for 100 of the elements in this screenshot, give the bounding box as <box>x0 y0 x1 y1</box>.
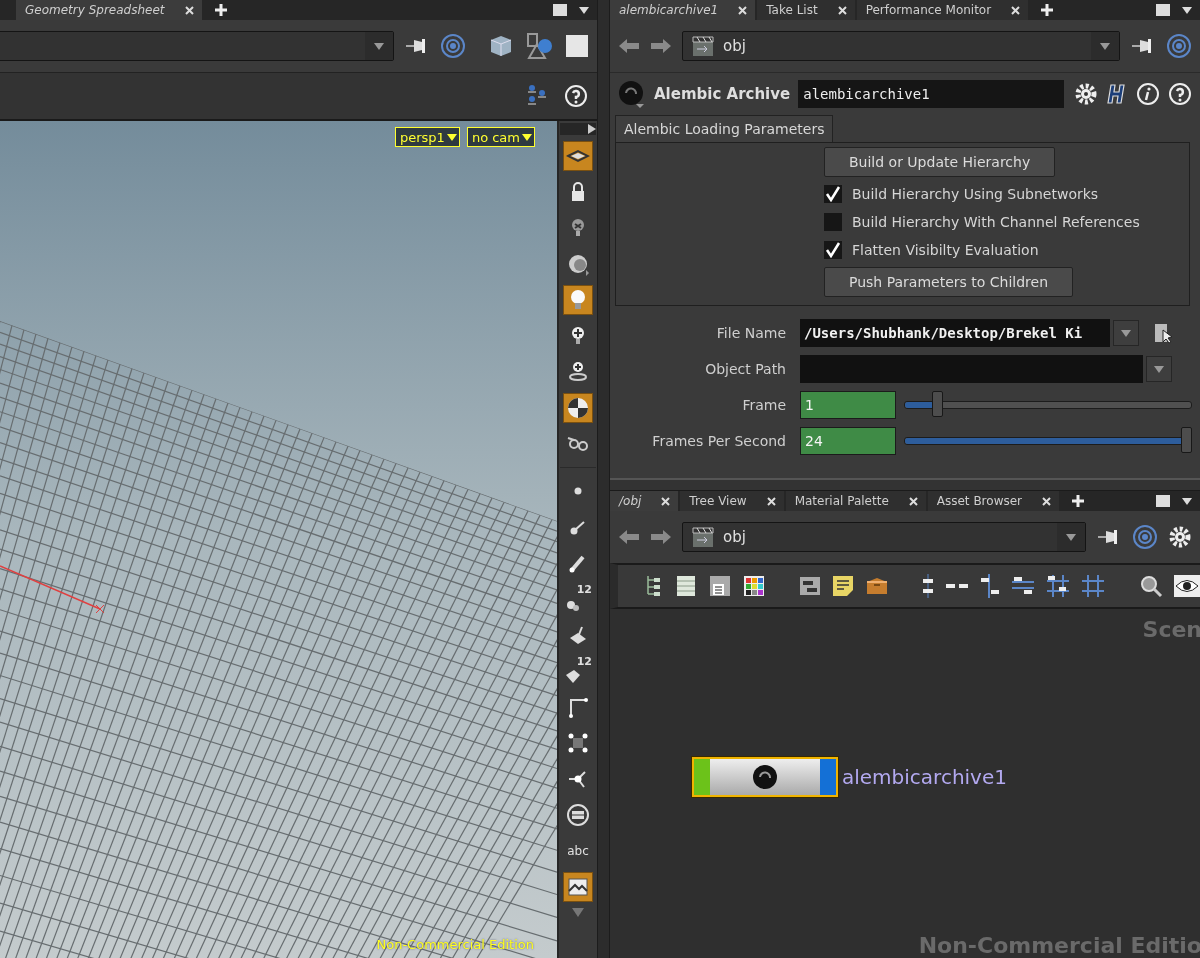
caret-icon <box>446 133 457 141</box>
tab[interactable]: Asset Browser <box>927 491 1059 511</box>
tab[interactable]: Geometry Spreadsheet <box>16 0 202 20</box>
number-field[interactable]: 24 <box>800 427 896 455</box>
caret-icon <box>522 133 532 141</box>
checkbox[interactable] <box>824 213 842 231</box>
camera-menu[interactable]: persp1 <box>395 127 460 147</box>
target-icon[interactable] <box>1132 524 1158 550</box>
snapshot-icon <box>566 875 590 899</box>
close-icon[interactable] <box>184 5 194 15</box>
file-browse-icon[interactable] <box>1153 322 1173 344</box>
eye-icon[interactable] <box>1174 575 1200 597</box>
object-path-field[interactable] <box>800 355 1143 383</box>
point-number-button[interactable]: 12 <box>563 584 593 614</box>
light-bulb-button[interactable] <box>563 285 593 315</box>
checkmark-icon <box>825 186 841 202</box>
plus-icon[interactable] <box>1040 3 1055 17</box>
path-field[interactable] <box>0 31 394 61</box>
action-button[interactable]: Build or Update Hierarchy <box>824 147 1056 177</box>
snapshot-button[interactable] <box>563 872 593 902</box>
gear-icon[interactable] <box>1168 525 1192 549</box>
target-icon[interactable] <box>440 33 466 59</box>
close-icon[interactable] <box>837 5 847 15</box>
network-box-icon[interactable] <box>798 575 821 597</box>
help-icon[interactable] <box>565 85 587 107</box>
gear-icon[interactable] <box>1074 82 1099 106</box>
align-vertical-icon[interactable] <box>922 574 935 598</box>
grid-icon[interactable] <box>1081 574 1106 598</box>
network-label: Scen <box>1142 617 1200 642</box>
edge-corner-icon <box>566 695 590 719</box>
slider-thumb[interactable] <box>1181 427 1192 453</box>
sticky-note-icon[interactable] <box>831 575 854 597</box>
close-icon[interactable] <box>766 496 776 506</box>
file-name-field[interactable]: /Users/Shubhank/Desktop/Brekel Ki <box>800 319 1110 347</box>
tab[interactable]: /obj <box>610 491 679 511</box>
primitive-number-button[interactable]: 12 <box>563 656 593 686</box>
back-arrow-icon[interactable] <box>618 37 640 55</box>
checkered-ball-button[interactable] <box>563 393 593 423</box>
node-name-field[interactable]: alembicarchive1 <box>798 80 1065 108</box>
checkmark-icon <box>825 242 841 258</box>
path-field[interactable]: obj <box>682 522 1086 552</box>
folder-tab[interactable]: Alembic Loading Parameters <box>615 115 834 142</box>
expand-arrow-icon[interactable] <box>588 124 596 134</box>
tab[interactable]: Performance Monitor <box>856 0 1029 20</box>
close-icon[interactable] <box>661 496 671 506</box>
bounding-box-icon <box>566 731 590 755</box>
align-left-icon[interactable] <box>980 574 1001 598</box>
forward-arrow-icon[interactable] <box>650 528 672 546</box>
checkbox[interactable] <box>824 185 842 203</box>
close-icon[interactable] <box>1011 5 1021 15</box>
slider[interactable] <box>904 427 1192 455</box>
dropdown-button[interactable] <box>1146 356 1172 382</box>
parameter-label: Frames Per Second <box>651 433 787 449</box>
square-icon[interactable] <box>565 34 589 58</box>
caret-icon <box>1066 533 1076 541</box>
plus-icon[interactable] <box>213 3 228 17</box>
action-button[interactable]: Push Parameters to Children <box>824 267 1074 297</box>
checkbox[interactable] <box>824 241 842 259</box>
help-icon[interactable] <box>1168 82 1193 106</box>
camera-menu[interactable]: no cam <box>466 127 535 147</box>
plus-icon[interactable] <box>1071 494 1085 508</box>
node-type-label: Alembic Archive <box>654 85 791 103</box>
caret-icon <box>1182 497 1192 505</box>
tab[interactable]: alembicarchive1 <box>610 0 756 20</box>
text-display-button[interactable]: abc <box>563 836 593 866</box>
distribute-icon[interactable] <box>1011 576 1036 596</box>
node-name[interactable]: alembicarchive1 <box>842 765 1007 789</box>
scroll-down-icon[interactable] <box>572 908 584 917</box>
checkbox-label: Flatten Visibilty Evaluation <box>852 242 1039 258</box>
network-node[interactable] <box>692 757 838 797</box>
node-type-icon[interactable] <box>618 80 646 108</box>
tab[interactable]: Tree View <box>680 491 784 511</box>
target-icon[interactable] <box>1166 33 1192 59</box>
snap-grid-icon[interactable] <box>1046 574 1071 598</box>
plane-button[interactable] <box>563 141 593 171</box>
box-icon[interactable] <box>864 575 889 597</box>
primitive-number-icon <box>566 669 580 683</box>
parameter-label: Object Path <box>704 361 787 377</box>
spreadsheet-icon[interactable] <box>708 574 732 598</box>
close-icon[interactable] <box>738 5 748 15</box>
forward-arrow-icon[interactable] <box>650 37 672 55</box>
color-palette-icon[interactable] <box>743 575 765 597</box>
checkbox-label: Build Hierarchy Using Subnetworks <box>852 186 1099 202</box>
slider[interactable] <box>904 391 1192 419</box>
back-arrow-icon[interactable] <box>618 528 640 546</box>
slider-thumb[interactable] <box>931 391 943 417</box>
number-field[interactable]: 1 <box>800 391 896 419</box>
search-icon[interactable] <box>1139 574 1163 598</box>
tab[interactable]: Material Palette <box>785 491 926 511</box>
tab[interactable]: Take List <box>757 0 855 20</box>
list-icon[interactable] <box>675 574 697 598</box>
viewport[interactable]: persp1 no cam Non-Commercial Edition <box>0 121 557 958</box>
path-field[interactable]: obj <box>682 31 1120 61</box>
dropdown-button[interactable] <box>1113 320 1139 346</box>
info-icon[interactable] <box>1136 82 1161 106</box>
close-icon[interactable] <box>1042 496 1051 506</box>
checkered-ball-icon <box>566 396 590 420</box>
clapperboard-icon <box>691 34 715 58</box>
shapes-icon[interactable] <box>525 32 555 60</box>
close-icon[interactable] <box>908 496 918 506</box>
